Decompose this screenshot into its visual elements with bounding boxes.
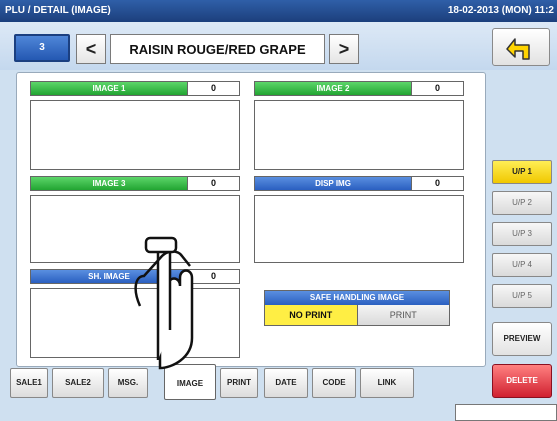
tab-sale2[interactable]: SALE2 bbox=[52, 368, 104, 398]
image3-label: IMAGE 3 bbox=[31, 177, 187, 190]
sh-image-label: SH. IMAGE bbox=[31, 270, 187, 283]
plu-number[interactable]: 3 bbox=[14, 34, 70, 62]
disp-img-label: DISP IMG bbox=[255, 177, 411, 190]
no-print-option[interactable]: NO PRINT bbox=[265, 305, 358, 325]
page-title: PLU / DETAIL (IMAGE) bbox=[5, 5, 111, 16]
up-button-3[interactable]: U/P 3 bbox=[492, 222, 552, 246]
up-button-1[interactable]: U/P 1 bbox=[492, 160, 552, 184]
tab-image[interactable]: IMAGE bbox=[164, 364, 216, 400]
image2-preview[interactable] bbox=[254, 100, 464, 170]
image1-value[interactable]: 0 bbox=[187, 82, 239, 95]
up-button-2[interactable]: U/P 2 bbox=[492, 191, 552, 215]
image3-value[interactable]: 0 bbox=[187, 177, 239, 190]
image1-label: IMAGE 1 bbox=[31, 82, 187, 95]
tab-msg[interactable]: MSG. bbox=[108, 368, 148, 398]
back-button[interactable] bbox=[492, 28, 550, 66]
image2-value[interactable]: 0 bbox=[411, 82, 463, 95]
tab-date[interactable]: DATE bbox=[264, 368, 308, 398]
next-plu-button[interactable]: > bbox=[329, 34, 359, 64]
sh-image-preview[interactable] bbox=[30, 288, 240, 358]
preview-button[interactable]: PREVIEW bbox=[492, 322, 552, 356]
plu-name: RAISIN ROUGE/RED GRAPE bbox=[110, 34, 325, 64]
up-button-4[interactable]: U/P 4 bbox=[492, 253, 552, 277]
delete-button[interactable]: DELETE bbox=[492, 364, 552, 398]
tab-link[interactable]: LINK bbox=[360, 368, 414, 398]
image1-preview[interactable] bbox=[30, 100, 240, 170]
image2-label: IMAGE 2 bbox=[255, 82, 411, 95]
disp-img-value[interactable]: 0 bbox=[411, 177, 463, 190]
tab-print[interactable]: PRINT bbox=[220, 368, 258, 398]
tab-sale1[interactable]: SALE1 bbox=[10, 368, 48, 398]
safe-handling-image-selector: SAFE HANDLING IMAGE NO PRINT PRINT bbox=[264, 290, 450, 326]
disp-img-preview[interactable] bbox=[254, 195, 464, 263]
status-box bbox=[455, 404, 557, 421]
prev-plu-button[interactable]: < bbox=[76, 34, 106, 64]
print-option[interactable]: PRINT bbox=[357, 305, 449, 325]
title-bar: PLU / DETAIL (IMAGE) 18-02-2013 (MON) 11… bbox=[0, 0, 557, 22]
datetime-display: 18-02-2013 (MON) 11:2 bbox=[447, 5, 554, 16]
sh-image-value[interactable]: 0 bbox=[187, 270, 239, 283]
tab-code[interactable]: CODE bbox=[312, 368, 356, 398]
up-button-5[interactable]: U/P 5 bbox=[492, 284, 552, 308]
image3-preview[interactable] bbox=[30, 195, 240, 263]
safe-handling-title: SAFE HANDLING IMAGE bbox=[265, 291, 449, 305]
return-arrow-icon bbox=[506, 38, 530, 60]
